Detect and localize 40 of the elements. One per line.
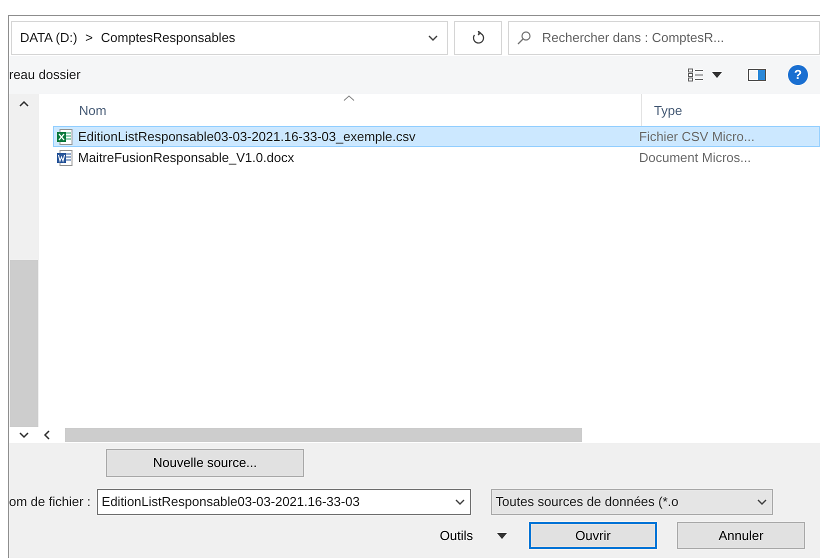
- file-type: Document Micros...: [639, 148, 751, 167]
- view-list-icon: [688, 68, 704, 82]
- file-name-label: om de fichier :: [9, 493, 91, 512]
- new-source-button[interactable]: Nouvelle source...: [106, 449, 304, 477]
- scrollbar-thumb[interactable]: [10, 260, 38, 427]
- dropdown-chevron-icon[interactable]: [427, 33, 439, 43]
- file-row[interactable]: EditionListResponsable03-03-2021.16-33-03_exemple.csv Fichier CSV Micro...: [53, 126, 820, 147]
- refresh-button[interactable]: [454, 21, 502, 55]
- file-row[interactable]: MaitreFusionResponsable_V1.0.docx Document Micros...: [53, 147, 820, 168]
- file-name: EditionListResponsable03-03-2021.16-33-03_exemple.csv: [77, 128, 416, 146]
- file-name: MaitreFusionResponsable_V1.0.docx: [77, 148, 296, 167]
- file-name-field[interactable]: EditionListResponsable03-03-2021.16-33-03: [96, 489, 471, 515]
- search-field[interactable]: Rechercher dans : ComptesR...: [508, 21, 820, 55]
- column-header-label: Nom: [79, 102, 106, 120]
- refresh-icon: [471, 31, 485, 45]
- column-header-label: Type: [654, 102, 682, 120]
- scroll-up-icon[interactable]: [19, 100, 29, 108]
- dropdown-chevron-icon: [454, 497, 466, 507]
- caret-icon: [712, 72, 722, 78]
- breadcrumb-separator: >: [85, 29, 93, 48]
- dropdown-chevron-icon: [756, 497, 768, 507]
- help-button[interactable]: ?: [788, 65, 808, 85]
- breadcrumb-item[interactable]: DATA (D:): [20, 28, 78, 48]
- caret-icon: [497, 532, 507, 538]
- scroll-left-icon[interactable]: [43, 430, 51, 440]
- file-type-dropdown[interactable]: Toutes sources de données (*.o: [490, 489, 773, 515]
- new-folder-button[interactable]: reau dossier: [9, 65, 81, 85]
- scroll-down-icon[interactable]: [19, 431, 29, 439]
- spreadsheet-file-icon: [57, 128, 73, 144]
- open-button[interactable]: Ouvrir: [529, 522, 657, 549]
- breadcrumb-item[interactable]: ComptesResponsables: [100, 28, 236, 48]
- file-type: Fichier CSV Micro...: [639, 128, 755, 146]
- scrollbar-thumb[interactable]: [65, 428, 582, 442]
- document-file-icon: [57, 150, 73, 166]
- view-options-button[interactable]: [688, 68, 722, 82]
- cancel-button[interactable]: Annuler: [677, 522, 805, 549]
- column-header[interactable]: Nom: [69, 94, 641, 126]
- tools-menu-button[interactable]: Outils: [440, 522, 507, 549]
- address-bar[interactable]: DATA (D:) > ComptesResponsables: [11, 21, 448, 55]
- preview-pane-icon[interactable]: [748, 69, 766, 81]
